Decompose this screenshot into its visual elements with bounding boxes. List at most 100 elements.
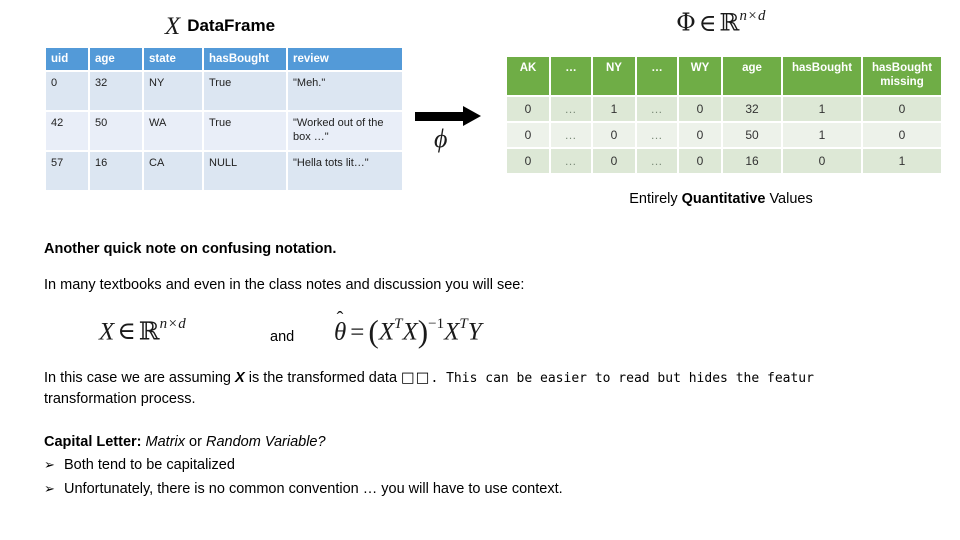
x-variable: X xyxy=(99,318,115,346)
dataframe-label: DataFrame xyxy=(187,16,276,35)
assumption-paragraph: In this case we are assuming X is the tr… xyxy=(44,368,954,409)
column-header-uid[interactable]: uid xyxy=(46,48,88,70)
arrowhead-bullet-icon: ➢ xyxy=(44,481,55,497)
y-matrix: Y xyxy=(467,318,482,346)
caption-emphasis: Quantitative xyxy=(681,191,766,207)
cell-ak: 0 xyxy=(507,122,549,147)
cell-age: 32 xyxy=(90,72,142,110)
caption-pre: Entirely xyxy=(629,191,682,207)
column-header-age[interactable]: age xyxy=(723,57,781,95)
x-in-reals-formula: X ∈ ℝn×d xyxy=(99,316,186,346)
quantitative-values-caption: Entirely Quantitative Values xyxy=(505,191,937,207)
cell-wy: 0 xyxy=(679,122,721,147)
missing-glyph-boxes: □□ xyxy=(401,370,431,386)
capital-letter-option-a: Matrix xyxy=(145,434,186,450)
cell-hasbought: NULL xyxy=(204,152,286,190)
cell-state: NY xyxy=(144,72,202,110)
dataframe-table: uid age state hasBought review 0 32 NY T… xyxy=(44,46,404,192)
phi-capital-symbol: Φ xyxy=(676,8,696,37)
reals-symbol: ℝ xyxy=(138,316,160,346)
cell-state: WA xyxy=(144,112,202,150)
transpose-2: T xyxy=(459,315,468,332)
cell-ellipsis-2: … xyxy=(637,96,677,121)
table-row: 0 … 1 … 0 32 1 0 xyxy=(507,96,941,121)
table-row: 57 16 CA NULL "Hella tots lit…" xyxy=(46,152,402,190)
cell-ellipsis-2: … xyxy=(637,148,677,173)
x-matrix-3: X xyxy=(444,318,460,346)
cell-ny: 1 xyxy=(593,96,635,121)
table-header-row: AK … NY … WY age hasBought hasBought mis… xyxy=(507,57,941,95)
inverse-exponent: −1 xyxy=(428,315,445,332)
arrow-shaft xyxy=(415,112,465,121)
table-row: 0 … 0 … 0 16 0 1 xyxy=(507,148,941,173)
cell-ellipsis-1: … xyxy=(551,122,591,147)
cell-age: 32 xyxy=(723,96,781,121)
cell-hasbought: 1 xyxy=(783,122,861,147)
cell-review: "Hella tots lit…" xyxy=(288,152,402,190)
column-header-hasbought[interactable]: hasBought xyxy=(783,57,861,95)
formula-row: X∈ℝn×d and θ=(XTX)−1XTY xyxy=(44,312,724,360)
theta-hat-formula: θ=(XTX)−1XTY xyxy=(334,314,482,350)
cell-ellipsis-2: … xyxy=(637,122,677,147)
cell-ak: 0 xyxy=(507,148,549,173)
column-header-ny[interactable]: NY xyxy=(593,57,635,95)
column-header-ak[interactable]: AK xyxy=(507,57,549,95)
notation-note-heading: Another quick note on confusing notation… xyxy=(44,241,337,257)
column-header-state[interactable]: state xyxy=(144,48,202,70)
caption-post: Values xyxy=(765,191,813,207)
table-row: 0 … 0 … 0 50 1 0 xyxy=(507,122,941,147)
capital-letter-lead: Capital Letter: xyxy=(44,434,142,450)
column-header-ellipsis-2[interactable]: … xyxy=(637,57,677,95)
cell-hasbought: True xyxy=(204,112,286,150)
cell-wy: 0 xyxy=(679,96,721,121)
cell-uid: 57 xyxy=(46,152,88,190)
cell-age: 50 xyxy=(723,122,781,147)
column-header-hasbought-missing[interactable]: hasBought missing xyxy=(863,57,941,95)
assumption-x-variable: X xyxy=(235,370,245,386)
cell-hasbought: True xyxy=(204,72,286,110)
list-item-label: Both tend to be capitalized xyxy=(64,457,235,474)
cell-hasbought-missing: 1 xyxy=(863,148,941,173)
list-item: ➢ Unfortunately, there is no common conve… xyxy=(44,478,563,501)
cell-ellipsis-1: … xyxy=(551,96,591,121)
cell-ny: 0 xyxy=(593,122,635,147)
theta-hat-symbol: θ xyxy=(334,319,346,347)
column-header-age[interactable]: age xyxy=(90,48,142,70)
phi-matrix-table: AK … NY … WY age hasBought hasBought mis… xyxy=(505,55,943,175)
column-header-wy[interactable]: WY xyxy=(679,57,721,95)
element-of-symbol: ∈ xyxy=(698,8,717,37)
table-row: 42 50 WA True "Worked out of the box …" xyxy=(46,112,402,150)
element-of-symbol: ∈ xyxy=(117,316,136,346)
capital-letter-heading: Capital Letter: Matrix or Random Variabl… xyxy=(44,431,563,454)
arrowhead-bullet-icon: ➢ xyxy=(44,458,55,474)
column-header-hasbought[interactable]: hasBought xyxy=(204,48,286,70)
assumption-second-line: transformation process. xyxy=(44,390,196,407)
x-symbol: X xyxy=(164,13,182,40)
cell-ny: 0 xyxy=(593,148,635,173)
cell-review: "Meh." xyxy=(288,72,402,110)
open-paren: ( xyxy=(368,314,379,349)
notation-note-intro: In many textbooks and even in the class … xyxy=(44,277,525,293)
dimension-superscript: n×d xyxy=(739,8,766,24)
cell-hasbought: 0 xyxy=(783,148,861,173)
column-header-ellipsis-1[interactable]: … xyxy=(551,57,591,95)
equals-symbol: = xyxy=(350,318,365,346)
cell-hasbought: 1 xyxy=(783,96,861,121)
table-row: 0 32 NY True "Meh." xyxy=(46,72,402,110)
list-item-label: Unfortunately, there is no common conven… xyxy=(64,480,563,497)
cell-age: 16 xyxy=(723,148,781,173)
assumption-pre: In this case we are assuming xyxy=(44,370,236,386)
cell-ak: 0 xyxy=(507,96,549,121)
capital-letter-option-b: Random Variable? xyxy=(205,434,326,450)
capital-letter-block: Capital Letter: Matrix or Random Variabl… xyxy=(44,431,563,501)
column-header-review[interactable]: review xyxy=(288,48,402,70)
cell-uid: 42 xyxy=(46,112,88,150)
assumption-mono-tail: . This can be easier to read but hides t… xyxy=(430,371,814,386)
and-conjunction: and xyxy=(270,329,295,345)
x-matrix-1: X xyxy=(378,318,395,346)
right-arrow-icon xyxy=(415,106,481,126)
arrow-head xyxy=(463,106,481,126)
cell-uid: 0 xyxy=(46,72,88,110)
cell-ellipsis-1: … xyxy=(551,148,591,173)
cell-hasbought-missing: 0 xyxy=(863,122,941,147)
